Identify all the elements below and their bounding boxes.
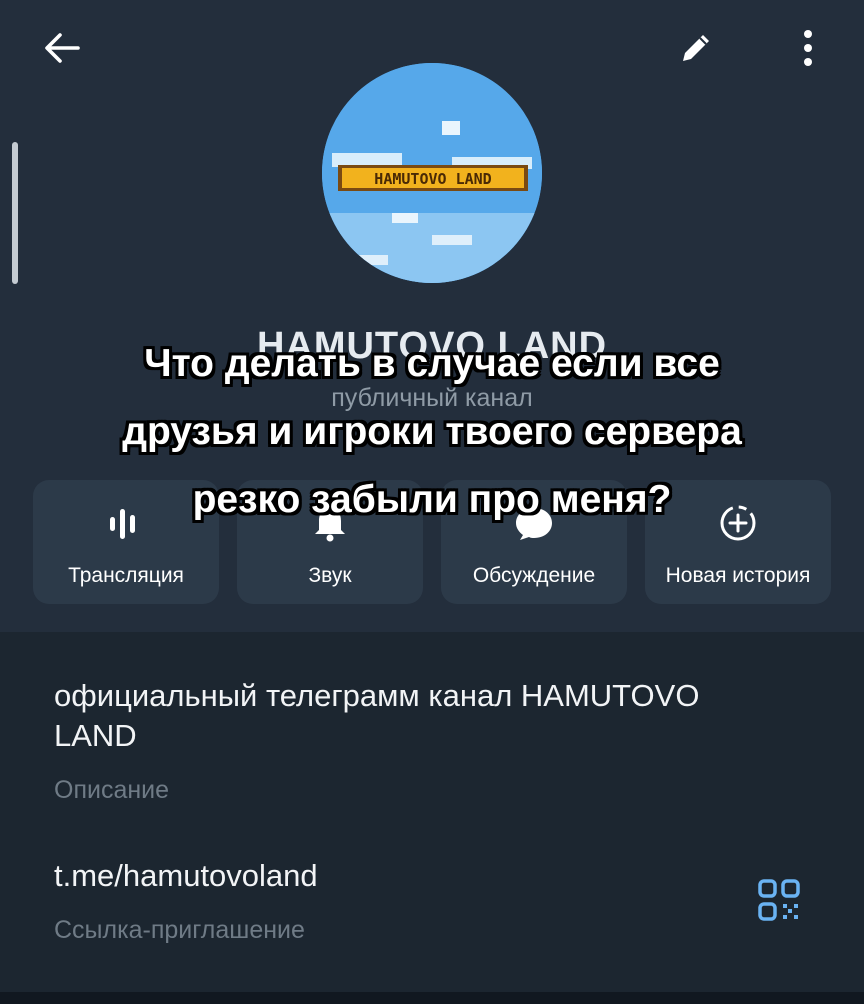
video-caption-overlay: Что делать в случае если все друзья и иг… <box>122 342 742 521</box>
vertical-dots-icon <box>804 30 812 66</box>
invite-link[interactable]: t.me/hamutovoland <box>54 858 318 894</box>
qr-code-button[interactable] <box>756 876 804 928</box>
bottom-strip <box>0 992 864 1004</box>
edit-button[interactable] <box>668 22 724 74</box>
arrow-left-icon <box>45 33 80 63</box>
description-caption: Описание <box>54 776 170 804</box>
avatar-image: HAMUTOVO LAND <box>322 63 542 283</box>
avatar-logo-text: HAMUTOVO LAND <box>374 170 491 188</box>
live-stream-label: Трансляция <box>68 564 184 587</box>
channel-description: официальный телеграмм канал HAMUTOVO LAN… <box>54 678 700 753</box>
new-story-label: Новая история <box>665 564 811 587</box>
pencil-icon <box>683 35 709 61</box>
channel-avatar[interactable]: HAMUTOVO LAND <box>322 63 542 283</box>
more-button[interactable] <box>786 22 830 74</box>
scrollbar[interactable] <box>12 142 18 284</box>
invite-link-caption: Ссылка-приглашение <box>54 916 305 944</box>
sound-label: Звук <box>308 564 352 587</box>
qr-code-icon <box>758 879 800 921</box>
back-button[interactable] <box>34 20 90 76</box>
discussion-label: Обсуждение <box>472 564 596 587</box>
